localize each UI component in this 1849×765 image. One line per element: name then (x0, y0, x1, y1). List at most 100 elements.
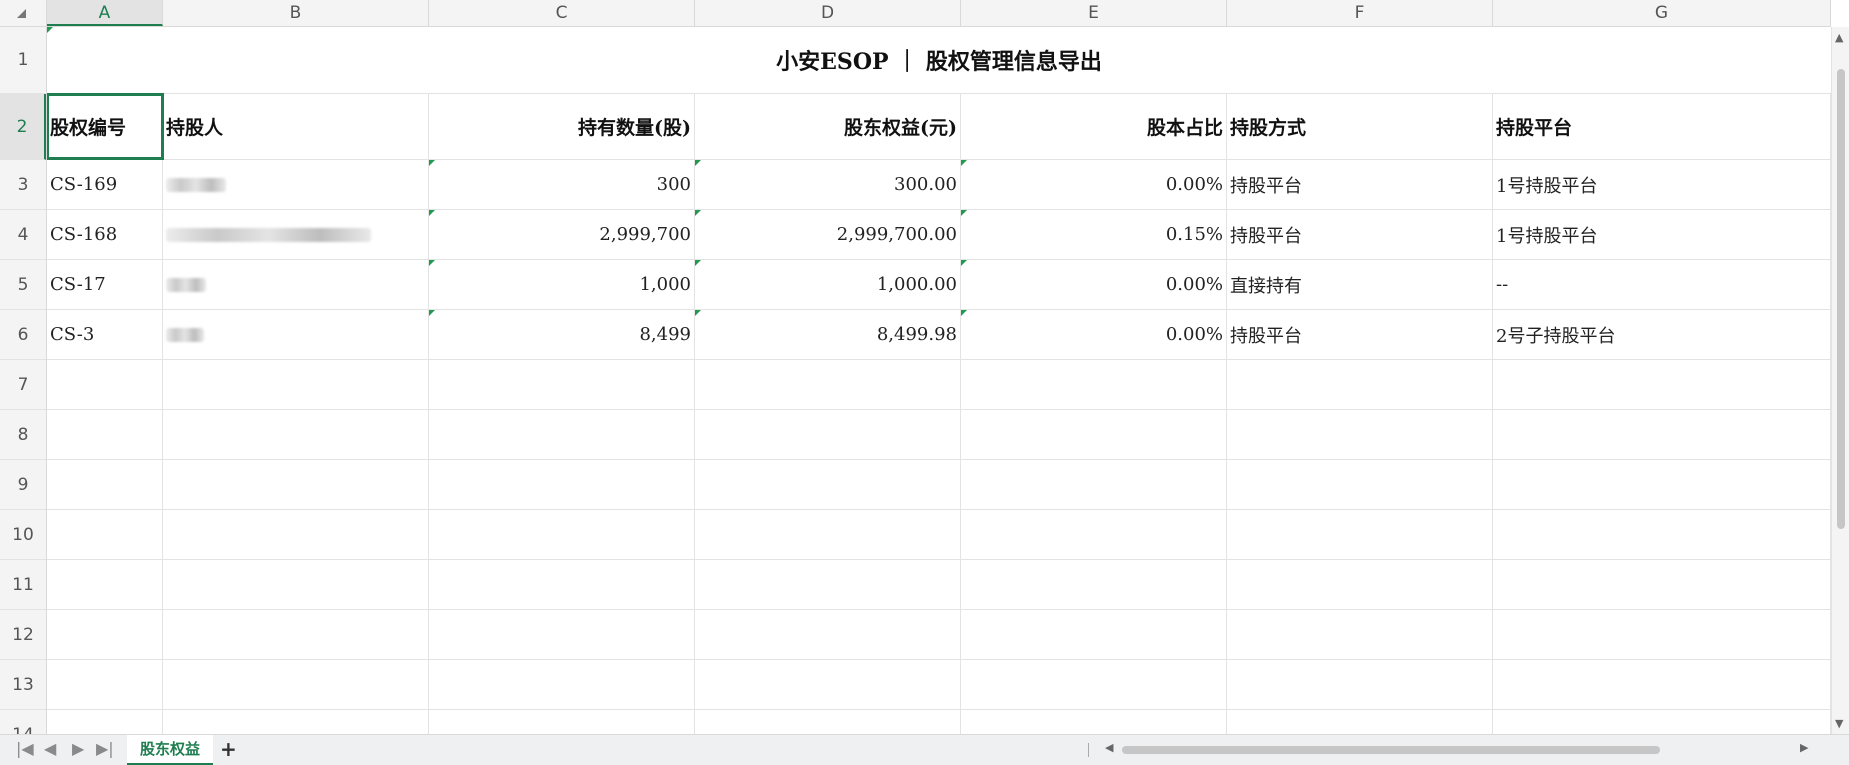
cell-method[interactable]: 持股平台 (1227, 160, 1493, 209)
row-header-13[interactable]: 13 (0, 660, 46, 710)
empty-cell[interactable] (47, 510, 163, 559)
empty-cell[interactable] (429, 360, 695, 409)
cell-quantity[interactable]: 2,999,700 (429, 210, 695, 259)
column-header-c[interactable]: C (429, 0, 695, 26)
header-cell-holder[interactable]: 持股人 (163, 94, 429, 159)
last-sheet-icon[interactable]: ▶| (96, 739, 114, 758)
scroll-down-icon[interactable]: ▼ (1835, 717, 1843, 730)
cell-equity[interactable]: 2,999,700.00 (695, 210, 961, 259)
column-header-e[interactable]: E (961, 0, 1227, 26)
row-header-9[interactable]: 9 (0, 460, 46, 510)
cell-method[interactable]: 持股平台 (1227, 210, 1493, 259)
cell-id[interactable]: CS-169 (47, 160, 163, 209)
empty-cell[interactable] (1493, 460, 1831, 509)
empty-cell[interactable] (163, 610, 429, 659)
empty-cell[interactable] (961, 460, 1227, 509)
prev-sheet-icon[interactable]: ◀ (44, 739, 56, 758)
empty-cell[interactable] (47, 360, 163, 409)
cell-platform[interactable]: 1号持股平台 (1493, 210, 1831, 259)
empty-cell[interactable] (1493, 710, 1831, 734)
empty-cell[interactable] (1227, 660, 1493, 709)
cell-ratio[interactable]: 0.00% (961, 260, 1227, 309)
empty-cell[interactable] (163, 710, 429, 734)
header-cell-id[interactable]: 股权编号 (47, 93, 164, 160)
cell-id[interactable]: CS-3 (47, 310, 163, 359)
row-header-10[interactable]: 10 (0, 510, 46, 560)
empty-cell[interactable] (47, 560, 163, 609)
cell-ratio[interactable]: 0.00% (961, 160, 1227, 209)
empty-cell[interactable] (961, 560, 1227, 609)
header-cell-quantity[interactable]: 持有数量(股) (429, 94, 695, 159)
empty-cell[interactable] (961, 660, 1227, 709)
empty-cell[interactable] (47, 710, 163, 734)
empty-cell[interactable] (429, 410, 695, 459)
row-header-7[interactable]: 7 (0, 360, 46, 410)
empty-cell[interactable] (1493, 660, 1831, 709)
empty-cell[interactable] (1493, 360, 1831, 409)
header-cell-platform[interactable]: 持股平台 (1493, 94, 1831, 159)
empty-cell[interactable] (163, 360, 429, 409)
row-header-5[interactable]: 5 (0, 260, 46, 310)
scroll-right-icon[interactable]: ▶ (1800, 741, 1808, 754)
cell-id[interactable]: CS-168 (47, 210, 163, 259)
vertical-scrollbar[interactable]: ▲ ▼ (1831, 27, 1849, 734)
cell-platform[interactable]: 1号持股平台 (1493, 160, 1831, 209)
empty-cell[interactable] (961, 360, 1227, 409)
empty-cell[interactable] (429, 610, 695, 659)
cell-ratio[interactable]: 0.15% (961, 210, 1227, 259)
empty-cell[interactable] (961, 410, 1227, 459)
select-all-corner[interactable] (0, 0, 47, 27)
column-header-g[interactable]: G (1493, 0, 1831, 26)
title-cell[interactable]: 小安ESOP ｜ 股权管理信息导出 (47, 27, 1831, 93)
empty-cell[interactable] (961, 710, 1227, 734)
empty-cell[interactable] (1227, 510, 1493, 559)
empty-cell[interactable] (695, 510, 961, 559)
next-sheet-icon[interactable]: ▶ (72, 739, 84, 758)
row-header-3[interactable]: 3 (0, 160, 46, 210)
row-header-8[interactable]: 8 (0, 410, 46, 460)
cell-holder[interactable] (163, 160, 429, 209)
empty-cell[interactable] (163, 410, 429, 459)
vertical-scroll-thumb[interactable] (1837, 69, 1845, 529)
empty-cell[interactable] (1227, 360, 1493, 409)
cell-holder[interactable] (163, 310, 429, 359)
empty-cell[interactable] (1493, 610, 1831, 659)
cell-method[interactable]: 直接持有 (1227, 260, 1493, 309)
empty-cell[interactable] (47, 660, 163, 709)
empty-cell[interactable] (1227, 560, 1493, 609)
empty-cell[interactable] (429, 510, 695, 559)
empty-cell[interactable] (1227, 410, 1493, 459)
cell-holder[interactable] (163, 210, 429, 259)
empty-cell[interactable] (961, 510, 1227, 559)
row-header-11[interactable]: 11 (0, 560, 46, 610)
cell-id[interactable]: CS-17 (47, 260, 163, 309)
cell-quantity[interactable]: 1,000 (429, 260, 695, 309)
row-header-2[interactable]: 2 (0, 94, 46, 160)
empty-cell[interactable] (429, 660, 695, 709)
row-header-12[interactable]: 12 (0, 610, 46, 660)
scroll-left-icon[interactable]: ◀ (1105, 741, 1113, 754)
row-header-1[interactable]: 1 (0, 27, 46, 94)
empty-cell[interactable] (163, 460, 429, 509)
header-cell-method[interactable]: 持股方式 (1227, 94, 1493, 159)
cell-quantity[interactable]: 8,499 (429, 310, 695, 359)
sheet-tab-shareholder-equity[interactable]: 股东权益 (127, 735, 213, 765)
empty-cell[interactable] (1493, 510, 1831, 559)
empty-cell[interactable] (695, 460, 961, 509)
cell-equity[interactable]: 300.00 (695, 160, 961, 209)
empty-cell[interactable] (163, 660, 429, 709)
horizontal-scrollbar[interactable] (1122, 746, 1667, 754)
empty-cell[interactable] (695, 560, 961, 609)
column-header-b[interactable]: B (163, 0, 429, 26)
empty-cell[interactable] (1227, 710, 1493, 734)
cell-quantity[interactable]: 300 (429, 160, 695, 209)
empty-cell[interactable] (695, 610, 961, 659)
empty-cell[interactable] (47, 610, 163, 659)
empty-cell[interactable] (961, 610, 1227, 659)
add-sheet-icon[interactable]: + (220, 737, 237, 761)
column-header-f[interactable]: F (1227, 0, 1493, 26)
empty-cell[interactable] (429, 710, 695, 734)
empty-cell[interactable] (1227, 460, 1493, 509)
cell-platform[interactable]: 2号子持股平台 (1493, 310, 1831, 359)
empty-cell[interactable] (695, 410, 961, 459)
